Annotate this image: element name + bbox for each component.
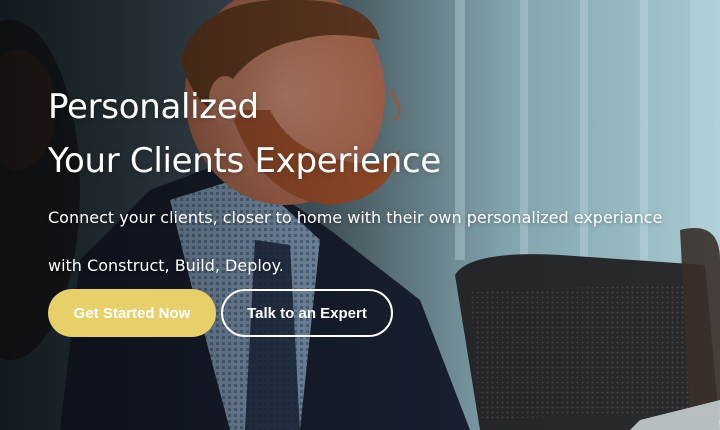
hero-cta-row: Get Started Now Talk to an Expert	[48, 289, 393, 337]
talk-to-expert-button[interactable]: Talk to an Expert	[221, 289, 393, 337]
hero-subtext-line2: with Construct, Build, Deploy.	[48, 256, 284, 275]
hero-headline: Personalized Your Clients Experience	[48, 80, 708, 188]
hero-section: Personalized Your Clients Experience Con…	[0, 0, 720, 430]
hero-headline-line2: Your Clients Experience	[48, 141, 442, 181]
hero-content: Personalized Your Clients Experience Con…	[48, 80, 708, 290]
hero-subtext: Connect your clients, closer to home wit…	[48, 194, 708, 290]
hero-headline-line1: Personalized	[48, 87, 259, 127]
get-started-button[interactable]: Get Started Now	[48, 289, 216, 337]
hero-subtext-line1: Connect your clients, closer to home wit…	[48, 208, 663, 227]
